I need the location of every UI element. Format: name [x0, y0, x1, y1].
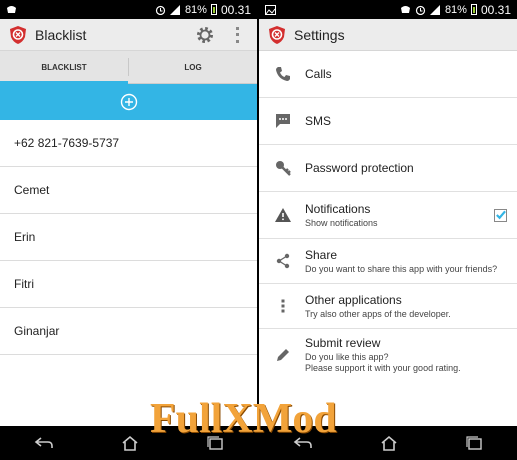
- setting-title: Share: [305, 247, 338, 262]
- tab-log[interactable]: LOG: [129, 51, 257, 83]
- status-bar: 81% 00.31: [259, 0, 517, 19]
- app-logo-icon[interactable]: [267, 25, 287, 45]
- setting-notifications[interactable]: Notifications Show notifications: [259, 192, 517, 239]
- setting-subtitle: Show notifications: [305, 217, 378, 228]
- clock: 00.31: [220, 2, 251, 17]
- watermark: FullXMod: [150, 395, 337, 443]
- plus-circle-icon: [120, 93, 137, 111]
- setting-other-applications[interactable]: Other applications Try also other apps o…: [259, 284, 517, 329]
- setting-sms[interactable]: SMS: [259, 98, 517, 145]
- gear-icon[interactable]: [195, 25, 215, 45]
- settings-screen: 81% 00.31 Settings Calls SMS Password pr…: [259, 0, 517, 426]
- status-bar: 81% 00.31: [0, 0, 257, 19]
- setting-submit-review[interactable]: Submit review Do you like this app? Plea…: [259, 329, 517, 381]
- battery-icon: [210, 4, 217, 15]
- setting-calls[interactable]: Calls: [259, 51, 517, 98]
- watermark-part: Full: [150, 396, 223, 442]
- phone-icon: [273, 64, 293, 84]
- check-icon: [496, 210, 506, 220]
- watermark-part: Mod: [252, 396, 337, 442]
- setting-password-protection[interactable]: Password protection: [259, 145, 517, 192]
- page-title: Settings: [294, 26, 345, 43]
- list-item[interactable]: Erin: [0, 214, 257, 261]
- pencil-icon: [273, 345, 293, 365]
- battery-percent: 81%: [444, 3, 467, 16]
- setting-title: Password protection: [305, 161, 414, 175]
- alarm-icon: [155, 5, 166, 15]
- list-item[interactable]: +62 821-7639-5737: [0, 120, 257, 167]
- list-item[interactable]: Fitri: [0, 261, 257, 308]
- battery-icon: [470, 4, 477, 15]
- home-icon[interactable]: [380, 435, 398, 451]
- battery-percent: 81%: [184, 3, 207, 16]
- back-icon[interactable]: [34, 436, 54, 450]
- setting-title: Notifications: [305, 201, 371, 216]
- home-icon[interactable]: [121, 435, 139, 451]
- watermark-part: X: [222, 396, 253, 442]
- key-icon: [273, 158, 293, 178]
- add-entry-button[interactable]: [0, 84, 257, 120]
- overflow-menu-icon[interactable]: [235, 26, 239, 43]
- settings-list: Calls SMS Password protection Notificati…: [259, 51, 517, 381]
- image-icon: [265, 4, 276, 15]
- setting-title: Other applications: [305, 292, 402, 307]
- list-item[interactable]: Ginanjar: [0, 308, 257, 355]
- blacklist-list: +62 821-7639-5737 Cemet Erin Fitri Ginan…: [0, 120, 257, 355]
- notifications-checkbox[interactable]: [494, 208, 507, 222]
- tab-bar: BLACKLIST LOG: [0, 51, 257, 84]
- notification-icon: [400, 5, 410, 13]
- setting-subtitle: Do you like this app? Please support it …: [305, 352, 461, 373]
- setting-share[interactable]: Share Do you want to share this app with…: [259, 239, 517, 284]
- setting-title: Calls: [305, 67, 332, 81]
- more-vertical-icon: [273, 296, 293, 316]
- action-bar: Blacklist: [0, 19, 257, 51]
- notification-icon: [7, 5, 16, 13]
- warning-icon: [273, 205, 293, 225]
- setting-subtitle: Try also other apps of the developer.: [305, 308, 451, 319]
- blacklist-screen: 81% 00.31 Blacklist BLACKLIST LOG +62 82…: [0, 0, 257, 426]
- sms-icon: [273, 111, 293, 131]
- alarm-icon: [415, 5, 426, 15]
- setting-subtitle: Do you want to share this app with your …: [305, 263, 498, 274]
- share-icon: [273, 251, 293, 271]
- clock: 00.31: [480, 2, 511, 17]
- app-logo-icon: [10, 25, 26, 44]
- setting-title: Submit review: [305, 336, 381, 350]
- tab-blacklist[interactable]: BLACKLIST: [0, 51, 128, 84]
- setting-title: SMS: [305, 114, 332, 128]
- action-bar: Settings: [259, 19, 517, 51]
- list-item[interactable]: Cemet: [0, 167, 257, 214]
- signal-icon: [429, 4, 440, 15]
- signal-icon: [169, 4, 180, 15]
- recent-apps-icon[interactable]: [465, 435, 483, 451]
- app-title: Blacklist: [35, 26, 87, 43]
